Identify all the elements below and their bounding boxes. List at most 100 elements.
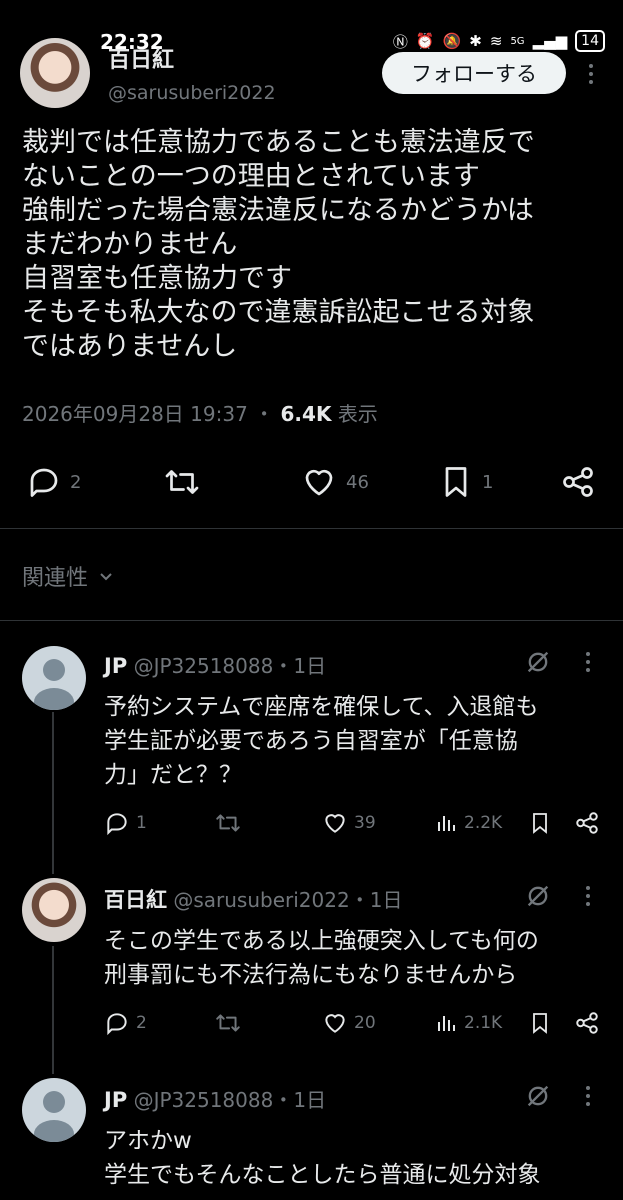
retweet-button[interactable] xyxy=(162,464,202,500)
bookmark-icon[interactable] xyxy=(528,1010,552,1036)
tweet-line: 裁判では任意協力であることも憲法違反で xyxy=(22,127,535,158)
reply-time: ・1日 xyxy=(273,654,327,678)
author-avatar[interactable] xyxy=(20,38,90,108)
author-handle[interactable]: @sarusuberi2022 xyxy=(108,82,276,104)
sort-dropdown[interactable]: 関連性 xyxy=(22,560,114,592)
reply-icon xyxy=(30,468,58,497)
tweet-text: 裁判では任意協力であることも憲法違反で ないことの一つの理由とされています 強制… xyxy=(22,126,612,364)
reply-count: 2 xyxy=(70,471,82,493)
reply-text: そこの学生である以上強硬突入しても何の 刑事罰にも不法行為にもなりませんから xyxy=(104,924,539,992)
grok-icon[interactable] xyxy=(524,882,552,910)
views-button[interactable]: 2.2K xyxy=(434,810,502,836)
follow-button[interactable]: フォローする xyxy=(382,52,566,94)
tweet-meta: 2026年09月28日 19:37 ・ 6.4K 表示 xyxy=(22,398,378,427)
share-icon[interactable] xyxy=(574,1010,600,1036)
meta-separator: ・ xyxy=(254,402,275,426)
like-count: 39 xyxy=(354,813,376,833)
reply-icon xyxy=(107,1013,127,1036)
reply-author-name[interactable]: JP xyxy=(104,1088,127,1112)
heart-icon xyxy=(325,1014,345,1033)
network-label: 5G xyxy=(510,35,525,47)
analytics-icon xyxy=(438,816,455,831)
bookmark-icon[interactable] xyxy=(528,810,552,836)
reply-text: アホかw 学生でもそんなことしたら普通に処分対象 xyxy=(104,1124,541,1192)
reply-icon xyxy=(107,813,127,836)
reply-line: 予約システムで座席を確保して、入退館も xyxy=(104,694,539,720)
reply-line: 力」だと？？ xyxy=(104,762,242,788)
reply-header: JP @JP32518088・1日 xyxy=(104,1084,326,1113)
share-icon[interactable] xyxy=(574,810,600,836)
share-icon xyxy=(563,467,593,497)
heart-icon xyxy=(305,469,333,496)
grok-icon[interactable] xyxy=(524,648,552,676)
bookmark-button[interactable]: 1 xyxy=(438,464,493,500)
share-button[interactable] xyxy=(560,464,596,500)
reply-line: 刑事罰にも不法行為にもなりませんから xyxy=(104,962,518,988)
more-options-icon[interactable] xyxy=(589,64,593,84)
reply-button[interactable]: 2 xyxy=(104,1010,147,1036)
more-options-icon[interactable] xyxy=(586,886,590,906)
reply-author-handle[interactable]: @sarusuberi2022 xyxy=(173,888,349,912)
like-button[interactable]: 20 xyxy=(322,1010,376,1036)
view-label: 表示 xyxy=(337,402,378,426)
wifi-icon: ≋ xyxy=(489,32,503,50)
bookmark-icon xyxy=(445,467,467,497)
like-count: 20 xyxy=(354,1013,376,1033)
nfc-icon: Ⓝ xyxy=(392,32,408,51)
reply-author-handle[interactable]: @JP32518088 xyxy=(134,654,274,678)
thread-line xyxy=(52,712,54,874)
reply-avatar[interactable] xyxy=(22,878,86,942)
tweet-line: 強制だった場合憲法違反になるかどうかは xyxy=(22,195,534,226)
divider xyxy=(0,620,623,621)
reply-count: 1 xyxy=(136,813,147,833)
status-icons: Ⓝ ⏰ 🔕 ✱ ≋ 5G ▂▄▆ 14 xyxy=(393,30,605,52)
reply-line: そこの学生である以上強硬突入しても何の xyxy=(104,928,539,954)
sort-label: 関連性 xyxy=(22,566,89,591)
default-avatar-icon xyxy=(34,659,74,710)
more-options-icon[interactable] xyxy=(586,1086,590,1106)
reply-author-name[interactable]: JP xyxy=(104,654,127,678)
reply-author-handle[interactable]: @JP32518088 xyxy=(134,1088,274,1112)
alarm-icon: ⏰ xyxy=(415,32,435,50)
reply-line: 学生証が必要であろう自習室が「任意協 xyxy=(104,728,518,754)
signal-icon: ▂▄▆ xyxy=(532,32,568,50)
view-count: 2.2K xyxy=(464,813,503,833)
reply-author-name[interactable]: 百日紅 xyxy=(104,888,167,912)
tweet-timestamp[interactable]: 2026年09月28日 19:37 xyxy=(22,402,248,426)
reply-count: 2 xyxy=(136,1013,147,1033)
thread-line xyxy=(52,946,54,1074)
view-count: 2.1K xyxy=(464,1013,503,1033)
tweet-line: まだわかりません xyxy=(22,229,238,260)
more-options-icon[interactable] xyxy=(586,652,590,672)
reply-avatar[interactable] xyxy=(22,1078,86,1142)
reply-text: 予約システムで座席を確保して、入退館も 学生証が必要であろう自習室が「任意協 力… xyxy=(104,690,538,792)
mute-icon: 🔕 xyxy=(442,32,462,50)
like-button[interactable]: 39 xyxy=(322,810,376,836)
reply-button[interactable]: 2 xyxy=(26,464,81,500)
reply-time: ・1日 xyxy=(349,888,403,912)
like-count: 46 xyxy=(346,471,369,493)
reply-button[interactable]: 1 xyxy=(104,810,147,836)
analytics-icon xyxy=(438,1016,455,1031)
reply-header: JP @JP32518088・1日 xyxy=(104,650,326,679)
tweet-line: 自習室も任意協力です xyxy=(22,263,292,294)
view-count: 6.4K xyxy=(280,402,332,426)
reply-line: アホかw xyxy=(104,1128,192,1154)
like-button[interactable]: 46 xyxy=(300,464,369,500)
reply-line: 学生でもそんなことしたら普通に処分対象 xyxy=(104,1162,541,1188)
retweet-icon[interactable] xyxy=(214,810,242,836)
reply-avatar[interactable] xyxy=(22,646,86,710)
bluetooth-icon: ✱ xyxy=(469,32,482,50)
reply-time: ・1日 xyxy=(273,1088,327,1112)
views-button[interactable]: 2.1K xyxy=(434,1010,502,1036)
tweet-line: ないことの一つの理由とされています xyxy=(22,161,480,192)
tweet-line: ではありませんし xyxy=(22,331,238,362)
grok-icon[interactable] xyxy=(524,1082,552,1110)
chevron-down-icon xyxy=(100,573,112,581)
battery-icon: 14 xyxy=(575,30,605,52)
retweet-icon[interactable] xyxy=(214,1010,242,1036)
heart-icon xyxy=(325,814,345,833)
tweet-line: そもそも私大なので違憲訴訟起こせる対象 xyxy=(22,297,535,328)
author-name[interactable]: 百日紅 xyxy=(108,42,174,74)
bookmark-count: 1 xyxy=(482,471,494,493)
